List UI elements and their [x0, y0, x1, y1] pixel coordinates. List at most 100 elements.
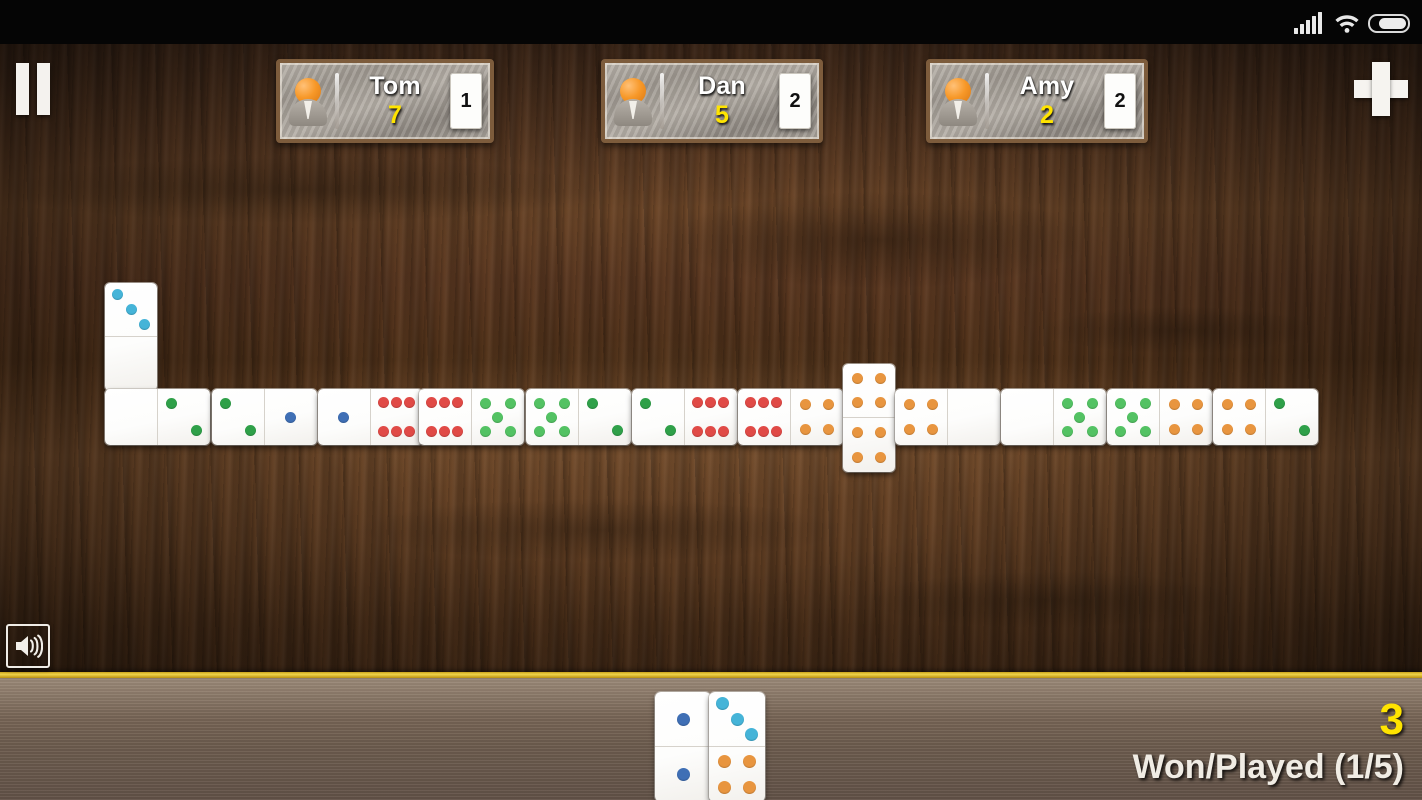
domino-half-0 [105, 337, 157, 391]
battery-icon [1368, 14, 1410, 33]
domino-half-1 [655, 747, 711, 800]
pip [926, 398, 938, 410]
pip [1086, 425, 1098, 437]
domino-tile [419, 389, 524, 445]
player-score: 5 [715, 101, 729, 129]
pip [874, 397, 886, 409]
pip [558, 425, 570, 437]
domino-half-6 [419, 389, 472, 445]
status-bar [0, 0, 1422, 44]
pip [378, 426, 390, 438]
player-name: Amy [1019, 72, 1075, 100]
domino-half-4 [791, 389, 844, 445]
pip [452, 396, 464, 408]
player-avatar-icon [286, 76, 330, 126]
sound-button[interactable] [6, 624, 50, 668]
pip [874, 372, 886, 384]
tray-edge-highlight [0, 672, 1422, 678]
domino-tile [1213, 389, 1318, 445]
player-avatar-icon [936, 76, 980, 126]
player-card-dan[interactable]: Dan 5 2 [601, 59, 823, 143]
pip [799, 398, 811, 410]
player-card-divider [660, 73, 664, 129]
pip [705, 396, 717, 408]
domino-tile [843, 364, 895, 472]
domino-tile [318, 389, 423, 445]
player-avatar-icon [611, 76, 655, 126]
domino-half-2 [1266, 389, 1319, 445]
pip [799, 424, 811, 436]
pip [439, 426, 451, 438]
pip [439, 396, 451, 408]
pip [404, 426, 416, 438]
domino-half-6 [685, 389, 738, 445]
pip [558, 397, 570, 409]
domino-tile [895, 389, 1000, 445]
pause-icon-bar-left [16, 63, 29, 115]
pip [852, 451, 864, 463]
domino-half-2 [579, 389, 632, 445]
pip [244, 424, 256, 436]
pip [426, 396, 438, 408]
pip [852, 427, 864, 439]
pip [745, 396, 757, 408]
pip [676, 712, 690, 726]
wifi-icon [1335, 15, 1359, 33]
domino-tile[interactable] [709, 692, 765, 800]
pip [874, 427, 886, 439]
domino-tile [105, 389, 210, 445]
domino-half-4 [843, 364, 895, 418]
speaker-icon [16, 634, 43, 658]
domino-half-1 [265, 389, 318, 445]
pip [705, 426, 717, 438]
round-score: 3 [1379, 695, 1404, 744]
domino-half-1 [318, 389, 371, 445]
domino-half-4 [895, 389, 948, 445]
pip [479, 425, 491, 437]
domino-tile[interactable] [655, 692, 711, 800]
player-card-text: Dan 5 [673, 74, 771, 128]
pip [533, 397, 545, 409]
pip [1244, 398, 1256, 410]
pip [139, 318, 151, 330]
pip [391, 396, 403, 408]
pip [715, 697, 729, 711]
add-button[interactable] [1354, 62, 1408, 116]
pip [730, 712, 744, 726]
pip [404, 396, 416, 408]
pip [926, 424, 938, 436]
plus-icon-vertical [1372, 62, 1390, 116]
pip [664, 424, 676, 436]
domino-half-5 [1054, 389, 1107, 445]
player-card-tom[interactable]: Tom 7 1 [276, 59, 494, 143]
pip [852, 397, 864, 409]
pip [1221, 398, 1233, 410]
pip [426, 426, 438, 438]
pip [718, 755, 732, 769]
pip [378, 396, 390, 408]
pip [611, 424, 623, 436]
pip [219, 398, 231, 410]
pause-icon-bar-right [37, 63, 50, 115]
domino-tile [212, 389, 317, 445]
pip [1221, 424, 1233, 436]
player-card-divider [335, 73, 339, 129]
pip [533, 425, 545, 437]
pip [718, 426, 730, 438]
pip [745, 426, 757, 438]
pip [639, 398, 651, 410]
pip [771, 396, 783, 408]
player-card-amy[interactable]: Amy 2 2 [926, 59, 1148, 143]
domino-half-5 [1107, 389, 1160, 445]
pip [1061, 397, 1073, 409]
player-card-text: Tom 7 [348, 74, 442, 128]
pip [1114, 397, 1126, 409]
pause-button[interactable] [14, 63, 52, 115]
pip [285, 411, 297, 423]
domino-half-0 [1001, 389, 1054, 445]
pip [758, 426, 770, 438]
pip [1074, 411, 1086, 423]
pip [771, 426, 783, 438]
player-tile-count: 2 [779, 73, 811, 129]
pip [586, 398, 598, 410]
